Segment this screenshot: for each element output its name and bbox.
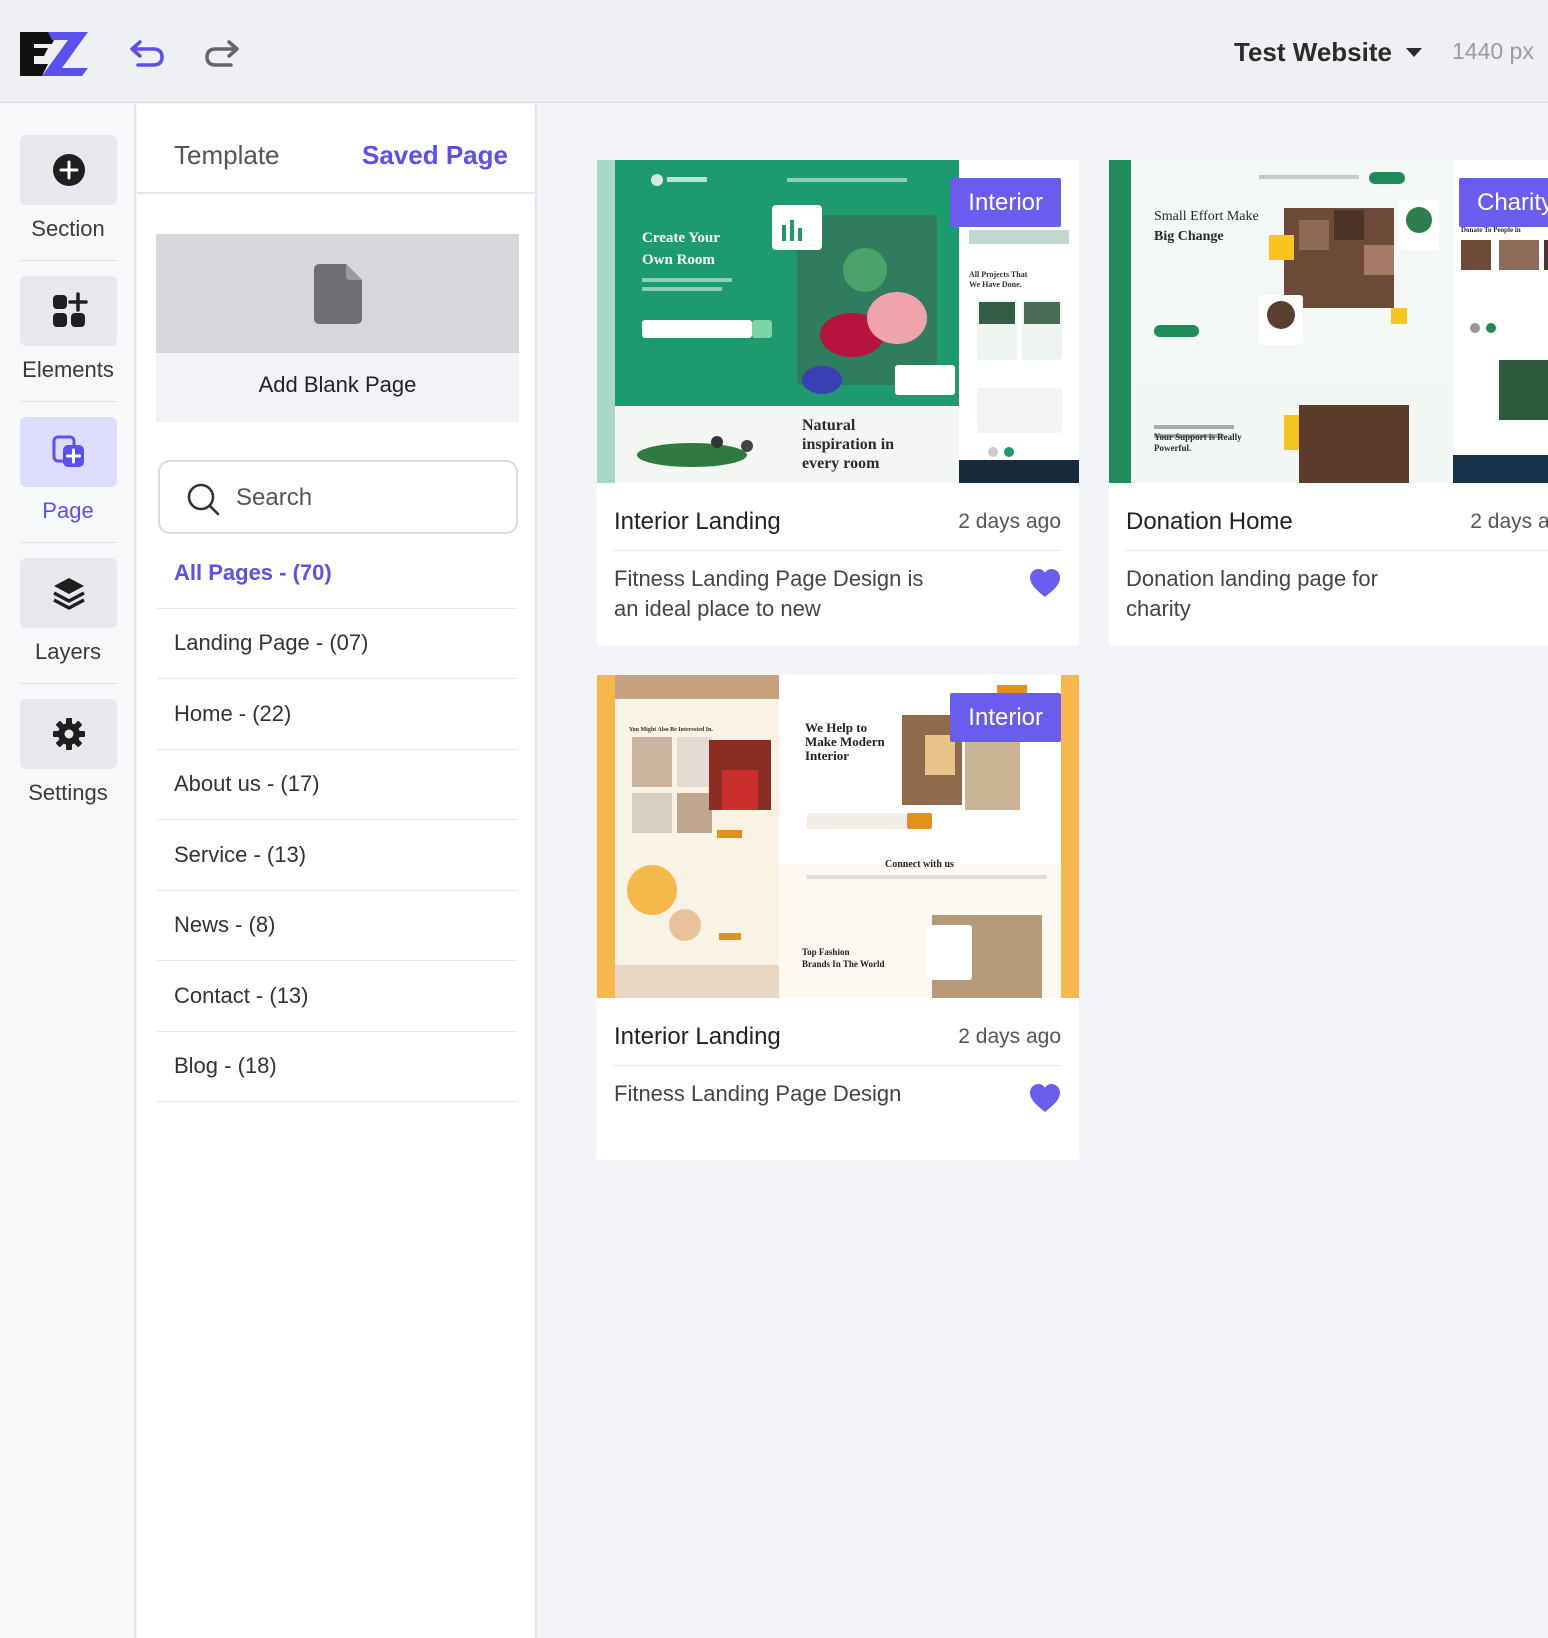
thumb-fashion-line1: Top Fashion: [802, 947, 849, 957]
card-date: 2 days ago: [958, 510, 1061, 533]
chevron-down-icon: [1405, 47, 1422, 57]
rail-tile: [20, 699, 117, 769]
card-divider: [614, 1065, 1061, 1066]
thumb-sub-text-2: Powerful.: [1154, 443, 1191, 453]
search-input[interactable]: [236, 476, 506, 520]
thumb-side-text-2: We Have Done.: [969, 280, 1022, 289]
card-date: 2 days ago: [1470, 510, 1548, 533]
rail-item-elements[interactable]: Elements: [0, 245, 136, 382]
category-all-pages[interactable]: All Pages - (70): [157, 538, 517, 609]
category-home[interactable]: Home - (22): [157, 679, 517, 750]
category-contact[interactable]: Contact - (13): [157, 961, 517, 1032]
category-about-us[interactable]: About us - (17): [157, 750, 517, 820]
thumb-fashion-line2: Brands In The World: [802, 959, 884, 969]
top-bar: Test Website 1440 px: [0, 0, 1548, 103]
card-divider: [614, 550, 1061, 551]
website-name: Test Website: [1234, 36, 1392, 67]
thumb-connect-text: Connect with us: [885, 859, 954, 870]
rail-item-layers[interactable]: Layers: [0, 527, 136, 664]
redo-icon[interactable]: [203, 36, 241, 70]
thumb-hero-title-line3: Interior: [805, 748, 849, 763]
rail-tile: [20, 276, 117, 346]
document-icon: [313, 263, 362, 324]
thumb-hero-title-line1: Create Your: [642, 230, 720, 246]
page-card[interactable]: Small Effort Make Big Change Your Suppor…: [1109, 160, 1548, 645]
rail-tile: [20, 417, 117, 487]
layers-icon: [52, 578, 85, 610]
card-divider: [1126, 550, 1548, 551]
search-icon: [187, 483, 220, 516]
category-landing-page[interactable]: Landing Page - (07): [157, 609, 517, 679]
page-add-icon: [52, 435, 84, 467]
rail-item-label: Layers: [34, 639, 102, 664]
category-list: All Pages - (70) Landing Page - (07) Hom…: [157, 538, 517, 1102]
category-badge: Charity: [1459, 178, 1548, 227]
category-blog[interactable]: Blog - (18): [157, 1032, 517, 1102]
thumb-hero-title-line1: Small Effort Make: [1154, 209, 1259, 224]
card-description: Donation landing page for charity: [1126, 566, 1378, 621]
tab-saved-page[interactable]: Saved Page: [362, 140, 508, 171]
thumb-sub-text: Your Support is Really: [1154, 432, 1242, 442]
undo-icon[interactable]: [128, 36, 166, 70]
thumb-left-text: You Might Also Be Interested In.: [629, 727, 713, 733]
rail-item-settings[interactable]: Settings: [0, 668, 136, 805]
card-title: Interior Landing: [614, 1023, 781, 1050]
rail-tile: [20, 558, 117, 628]
canvas-width-readout[interactable]: 1440 px: [1452, 38, 1534, 65]
left-rail: Section Elements Page Layers Settings: [0, 104, 136, 1638]
card-title: Interior Landing: [614, 508, 781, 535]
thumb-side-text: All Projects That: [969, 270, 1028, 279]
plus-circle-icon: [52, 154, 85, 186]
category-news[interactable]: News - (8): [157, 891, 517, 961]
rail-item-page[interactable]: Page: [0, 386, 136, 523]
card-description: Fitness Landing Page Design is an ideal …: [614, 566, 924, 621]
blank-page-preview: [156, 234, 519, 353]
page-thumbnail: Small Effort Make Big Change Your Suppor…: [1109, 160, 1548, 483]
card-description: Fitness Landing Page Design: [614, 1081, 902, 1106]
rail-tile: [20, 135, 117, 205]
thumb-hero-title-line2: Big Change: [1154, 229, 1224, 244]
card-date: 2 days ago: [958, 1025, 1061, 1048]
page-panel: Template Saved Page Add Blank Page All P…: [137, 104, 537, 1638]
add-blank-page-button[interactable]: Add Blank Page: [156, 234, 519, 422]
category-badge: Interior: [950, 693, 1061, 742]
page-thumbnail: Create Your Own Room Natural inspiration…: [597, 160, 1079, 483]
thumb-hero-title-line2: Own Room: [642, 252, 715, 268]
card-title: Donation Home: [1126, 508, 1293, 535]
page-card[interactable]: Create Your Own Room Natural inspiration…: [597, 160, 1079, 645]
add-blank-page-label: Add Blank Page: [258, 372, 417, 397]
rail-item-label: Settings: [28, 780, 108, 805]
panel-tabs: Template Saved Page: [137, 104, 537, 194]
website-selector[interactable]: Test Website: [1234, 32, 1422, 72]
rail-item-label: Page: [42, 498, 94, 523]
thumb-subtitle-line2: inspiration in: [802, 436, 894, 453]
heart-icon[interactable]: [1029, 1083, 1061, 1113]
rail-item-label: Section: [31, 216, 105, 241]
search-box: [158, 460, 518, 534]
tab-template[interactable]: Template: [174, 140, 280, 171]
thumb-subtitle-line1: Natural: [802, 417, 856, 434]
category-service[interactable]: Service - (13): [157, 820, 517, 891]
page-card[interactable]: We Help to Make Modern Interior Connect …: [597, 675, 1079, 1160]
rail-item-section[interactable]: Section: [0, 104, 136, 241]
rail-item-label: Elements: [22, 357, 114, 382]
thumb-subtitle-line3: every room: [802, 455, 880, 472]
thumb-hero-title-line1: We Help to: [805, 720, 867, 735]
ez-logo: [20, 32, 88, 76]
gear-icon: [52, 718, 85, 750]
thumb-hero-title-line2: Make Modern: [805, 734, 886, 749]
thumb-side-text: Donate To People in: [1461, 226, 1521, 234]
page-thumbnail: We Help to Make Modern Interior Connect …: [597, 675, 1079, 998]
category-badge: Interior: [950, 178, 1061, 227]
heart-icon[interactable]: [1029, 568, 1061, 598]
elements-grid-icon: [52, 292, 88, 327]
